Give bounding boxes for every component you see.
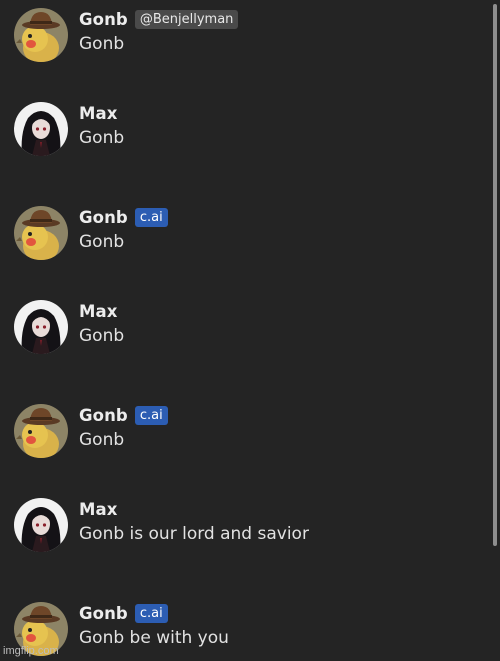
dark-haired-girl-avatar[interactable] (14, 300, 68, 354)
message-item: Gonb c.ai Gonb (14, 206, 484, 266)
bird-with-hat-avatar[interactable] (14, 8, 68, 62)
message-author: Gonb (79, 207, 128, 227)
bird-with-hat-icon (14, 206, 68, 260)
chat-log: Gonb @Benjellyman Gonb Max Gonb Gonb c.a… (0, 0, 500, 661)
message-item: Gonb c.ai Gonb be with you (14, 602, 484, 661)
message-text: Gonb (79, 430, 125, 450)
message-item: Max Gonb (14, 102, 484, 162)
message-author: Gonb (79, 9, 128, 29)
message-text: Gonb (79, 232, 125, 252)
message-item: Max Gonb (14, 300, 484, 360)
bird-with-hat-avatar[interactable] (14, 404, 68, 458)
message-item: Max Gonb is our lord and savior (14, 498, 484, 558)
message-item: Gonb c.ai Gonb (14, 404, 484, 464)
message-text: Gonb be with you (79, 628, 229, 648)
message-text: Gonb (79, 128, 125, 148)
dark-haired-girl-avatar[interactable] (14, 498, 68, 552)
cai-badge: c.ai (134, 603, 168, 623)
author-handle-badge: @Benjellyman (134, 9, 239, 29)
bird-with-hat-avatar[interactable] (14, 206, 68, 260)
cai-badge: c.ai (134, 405, 168, 425)
watermark: imgflip.com (3, 645, 59, 657)
message-text: Gonb (79, 326, 125, 346)
message-author: Max (79, 499, 118, 519)
cai-badge: c.ai (134, 207, 168, 227)
vertical-scrollbar[interactable] (493, 4, 497, 546)
message-text: Gonb is our lord and savior (79, 524, 309, 544)
message-author: Max (79, 301, 118, 321)
message-author: Max (79, 103, 118, 123)
dark-haired-girl-icon (14, 498, 68, 552)
message-author: Gonb (79, 405, 128, 425)
dark-haired-girl-icon (14, 102, 68, 156)
bird-with-hat-icon (14, 8, 68, 62)
dark-haired-girl-icon (14, 300, 68, 354)
message-author: Gonb (79, 603, 128, 623)
dark-haired-girl-avatar[interactable] (14, 102, 68, 156)
message-text: Gonb (79, 34, 125, 54)
message-item: Gonb @Benjellyman Gonb (14, 8, 484, 68)
bird-with-hat-icon (14, 404, 68, 458)
